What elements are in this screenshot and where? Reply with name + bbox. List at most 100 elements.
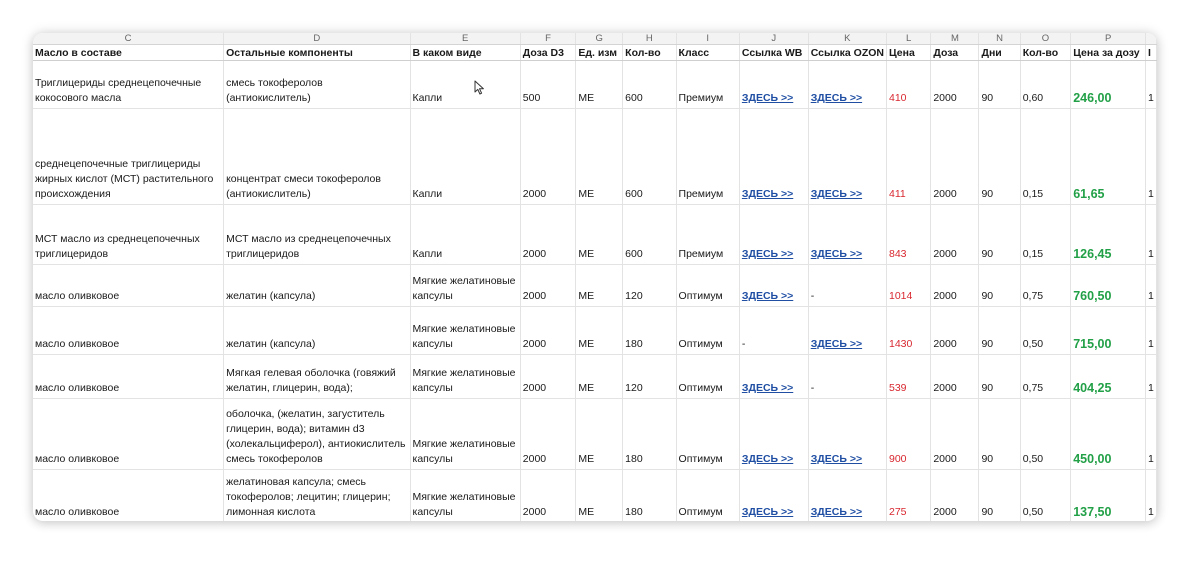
cell-class[interactable]: Премиум xyxy=(676,204,740,265)
cell-ozon-link[interactable]: ЗДЕСЬ >> xyxy=(808,398,887,470)
cell-count[interactable]: 0,15 xyxy=(1020,108,1072,205)
header-cell[interactable]: Ссылка OZON xyxy=(808,44,887,61)
cell-price-per-dose[interactable]: 450,00 xyxy=(1070,398,1147,470)
cell-form[interactable]: Капли xyxy=(410,108,521,205)
cell-wb-link[interactable]: ЗДЕСЬ >> xyxy=(739,469,809,521)
cell-class[interactable]: Премиум xyxy=(676,108,740,205)
wb-link[interactable]: ЗДЕСЬ >> xyxy=(742,248,793,260)
cell-count[interactable]: 0,60 xyxy=(1020,60,1072,109)
ozon-link[interactable]: ЗДЕСЬ >> xyxy=(811,92,862,104)
cell-form[interactable]: Мягкие желатиновые капсулы xyxy=(410,354,521,399)
cell-dose-d3[interactable]: 2000 xyxy=(520,264,577,307)
ozon-link[interactable]: ЗДЕСЬ >> xyxy=(811,453,862,465)
cell-cutoff[interactable]: 1 xyxy=(1145,60,1157,109)
cell-oil[interactable]: масло оливковое xyxy=(33,264,225,307)
header-cell[interactable]: Ссылка WB xyxy=(739,44,809,61)
header-cell[interactable]: I xyxy=(1145,44,1157,61)
cell-form[interactable]: Капли xyxy=(410,60,521,109)
cell-components[interactable]: оболочка, (желатин, загуститель глицерин… xyxy=(223,398,411,470)
ozon-link[interactable]: ЗДЕСЬ >> xyxy=(811,188,862,200)
cell-wb-link[interactable]: - xyxy=(739,306,809,355)
cell-unit[interactable]: МЕ xyxy=(575,398,624,470)
cell-count[interactable]: 0,15 xyxy=(1020,204,1072,265)
cell-components[interactable]: желатиновая капсула; смесь токоферолов; … xyxy=(223,469,411,521)
column-letter[interactable]: O xyxy=(1020,33,1072,45)
cell-unit[interactable]: МЕ xyxy=(575,354,624,399)
cell-oil[interactable]: масло оливковое xyxy=(33,469,225,521)
header-cell[interactable]: Доза xyxy=(930,44,980,61)
header-cell[interactable]: Дни xyxy=(978,44,1021,61)
cell-form[interactable]: Капли xyxy=(410,204,521,265)
column-letter[interactable]: H xyxy=(622,33,677,45)
cell-wb-link[interactable]: ЗДЕСЬ >> xyxy=(739,264,809,307)
cell-dose-d3[interactable]: 2000 xyxy=(520,354,577,399)
column-letter[interactable] xyxy=(1145,33,1157,45)
cell-dose[interactable]: 2000 xyxy=(930,108,980,205)
ozon-link[interactable]: ЗДЕСЬ >> xyxy=(811,506,862,518)
cell-days[interactable]: 90 xyxy=(978,398,1021,470)
cell-ozon-link[interactable]: ЗДЕСЬ >> xyxy=(808,204,887,265)
cell-price[interactable]: 410 xyxy=(886,60,932,109)
cell-ozon-link[interactable]: ЗДЕСЬ >> xyxy=(808,108,887,205)
cell-price-per-dose[interactable]: 715,00 xyxy=(1070,306,1147,355)
cell-components[interactable]: смесь токоферолов (антиокислитель) xyxy=(223,60,411,109)
column-letter[interactable]: G xyxy=(575,33,624,45)
cell-oil[interactable]: масло оливковое xyxy=(33,306,225,355)
cell-ozon-link[interactable]: - xyxy=(808,264,887,307)
cell-count[interactable]: 0,50 xyxy=(1020,469,1072,521)
cell-dose[interactable]: 2000 xyxy=(930,264,980,307)
cell-dose[interactable]: 2000 xyxy=(930,398,980,470)
column-letter[interactable]: J xyxy=(739,33,809,45)
cell-ozon-link[interactable]: ЗДЕСЬ >> xyxy=(808,469,887,521)
header-cell[interactable]: Кол-во xyxy=(622,44,677,61)
cell-days[interactable]: 90 xyxy=(978,306,1021,355)
ozon-link[interactable]: ЗДЕСЬ >> xyxy=(811,248,862,260)
cell-dose-d3[interactable]: 2000 xyxy=(520,204,577,265)
wb-link[interactable]: ЗДЕСЬ >> xyxy=(742,290,793,302)
wb-link[interactable]: ЗДЕСЬ >> xyxy=(742,506,793,518)
cell-price-per-dose[interactable]: 61,65 xyxy=(1070,108,1147,205)
cell-components[interactable]: желатин (капсула) xyxy=(223,264,411,307)
cell-components[interactable]: желатин (капсула) xyxy=(223,306,411,355)
wb-link[interactable]: ЗДЕСЬ >> xyxy=(742,188,793,200)
cell-price[interactable]: 1430 xyxy=(886,306,932,355)
cell-days[interactable]: 90 xyxy=(978,354,1021,399)
header-cell[interactable]: Ед. изм xyxy=(575,44,624,61)
cell-class[interactable]: Премиум xyxy=(676,60,740,109)
ozon-link[interactable]: ЗДЕСЬ >> xyxy=(811,338,862,350)
cell-days[interactable]: 90 xyxy=(978,204,1021,265)
cell-qty[interactable]: 600 xyxy=(622,108,677,205)
cell-cutoff[interactable]: 1 xyxy=(1145,108,1157,205)
cell-cutoff[interactable]: 1 xyxy=(1145,398,1157,470)
cell-oil[interactable]: масло оливковое xyxy=(33,354,225,399)
cell-qty[interactable]: 120 xyxy=(622,354,677,399)
cell-count[interactable]: 0,75 xyxy=(1020,264,1072,307)
cell-price-per-dose[interactable]: 760,50 xyxy=(1070,264,1147,307)
cell-ozon-link[interactable]: ЗДЕСЬ >> xyxy=(808,60,887,109)
wb-link[interactable]: ЗДЕСЬ >> xyxy=(742,382,793,394)
cell-components[interactable]: концентрат смеси токоферолов (антиокисли… xyxy=(223,108,411,205)
cell-price-per-dose[interactable]: 246,00 xyxy=(1070,60,1147,109)
header-cell[interactable]: Масло в составе xyxy=(33,44,225,61)
cell-dose[interactable]: 2000 xyxy=(930,469,980,521)
cell-dose-d3[interactable]: 2000 xyxy=(520,469,577,521)
cell-days[interactable]: 90 xyxy=(978,60,1021,109)
cell-dose-d3[interactable]: 2000 xyxy=(520,108,577,205)
header-cell[interactable]: Остальные компоненты xyxy=(223,44,411,61)
cell-class[interactable]: Оптимум xyxy=(676,264,740,307)
cell-days[interactable]: 90 xyxy=(978,108,1021,205)
cell-dose[interactable]: 2000 xyxy=(930,306,980,355)
header-cell[interactable]: Цена xyxy=(886,44,932,61)
cell-count[interactable]: 0,50 xyxy=(1020,398,1072,470)
cell-qty[interactable]: 120 xyxy=(622,264,677,307)
wb-link[interactable]: ЗДЕСЬ >> xyxy=(742,453,793,465)
cell-form[interactable]: Мягкие желатиновые капсулы xyxy=(410,264,521,307)
cell-price-per-dose[interactable]: 126,45 xyxy=(1070,204,1147,265)
cell-unit[interactable]: МЕ xyxy=(575,204,624,265)
cell-cutoff[interactable]: 1 xyxy=(1145,306,1157,355)
header-cell[interactable]: Доза D3 xyxy=(520,44,577,61)
cell-wb-link[interactable]: ЗДЕСЬ >> xyxy=(739,60,809,109)
cell-price[interactable]: 411 xyxy=(886,108,932,205)
column-letter[interactable]: M xyxy=(930,33,980,45)
cell-ozon-link[interactable]: - xyxy=(808,354,887,399)
